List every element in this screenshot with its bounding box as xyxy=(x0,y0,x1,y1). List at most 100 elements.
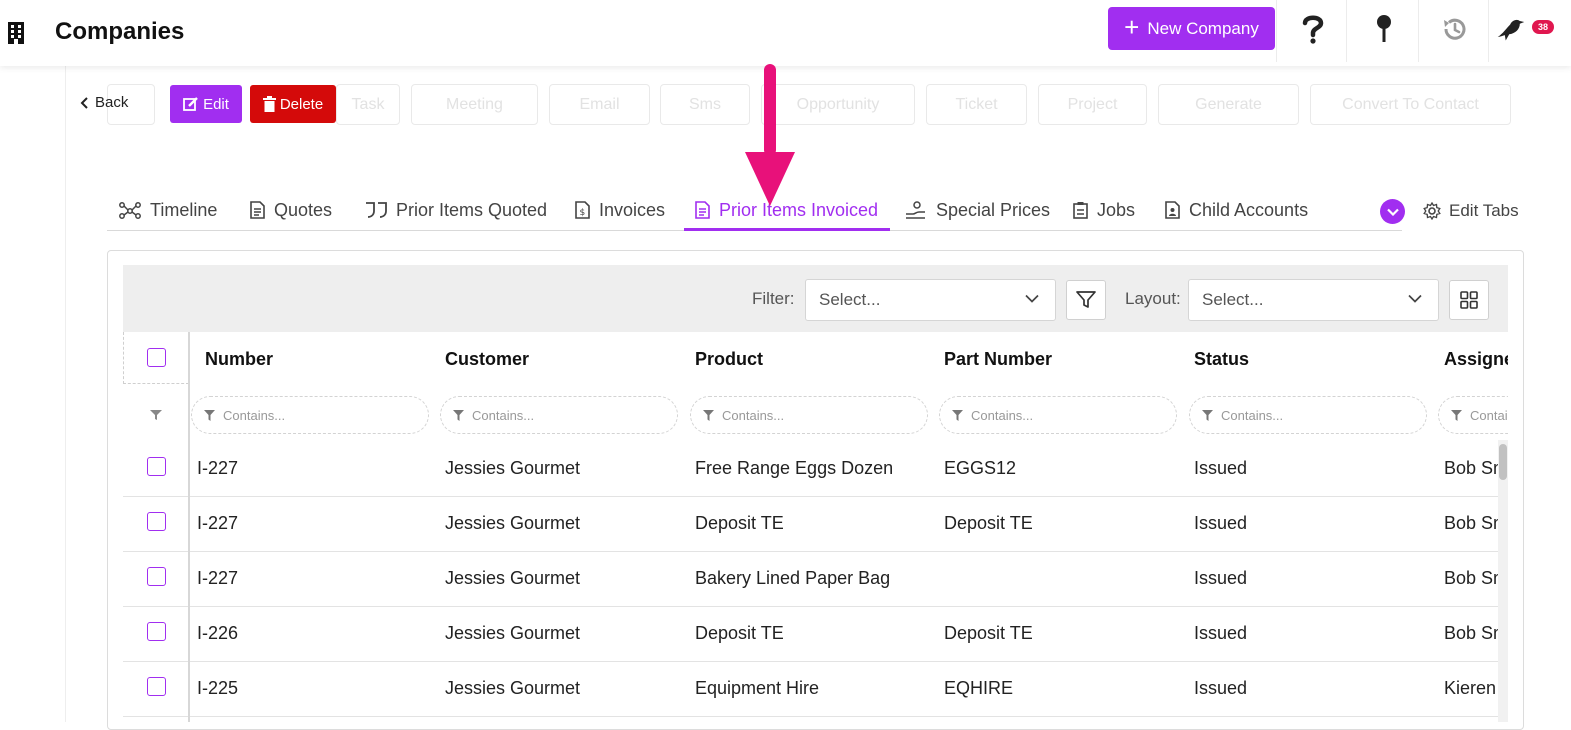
layout-label: Layout: xyxy=(1125,289,1181,308)
ghost-button-convert-to-contact: Convert To Contact xyxy=(1310,84,1511,125)
header-divider xyxy=(1276,0,1277,62)
tab-child-accounts[interactable]: Child Accounts xyxy=(1165,190,1308,230)
cell-status: Issued xyxy=(1194,458,1248,478)
annotation-arrow-icon xyxy=(745,64,795,206)
tabs-overflow-button[interactable] xyxy=(1380,199,1405,224)
edit-label: Edit xyxy=(203,95,229,113)
contact-card-icon xyxy=(1165,201,1180,219)
column-header-customer[interactable]: Customer xyxy=(445,349,529,370)
table-row[interactable]: I-227 Jessies Gourmet Deposit TE Deposit… xyxy=(123,497,1508,552)
cell-customer: Jessies Gourmet xyxy=(445,678,581,698)
select-all-checkbox[interactable] xyxy=(147,348,166,367)
building-icon xyxy=(8,22,24,44)
column-header-number[interactable]: Number xyxy=(205,349,273,370)
number-filter-input[interactable]: Contains... xyxy=(191,396,429,434)
funnel-icon xyxy=(453,409,464,421)
assigned-filter-input[interactable]: Contains... xyxy=(1438,396,1508,434)
hand-coins-icon xyxy=(906,201,925,219)
cell-customer: Jessies Gourmet xyxy=(445,568,581,588)
apply-filter-button[interactable] xyxy=(1066,280,1106,320)
funnel-icon xyxy=(1202,409,1213,421)
tab-special-prices[interactable]: Special Prices xyxy=(905,190,1050,230)
cell-status: Issued xyxy=(1194,513,1248,533)
tab-label: Child Accounts xyxy=(1189,199,1309,220)
tab-quotes[interactable]: Quotes xyxy=(250,190,332,230)
delete-label: Delete xyxy=(279,95,324,113)
tab-timeline[interactable]: Timeline xyxy=(119,190,217,230)
tab-label: Invoices xyxy=(599,199,666,220)
ghost-button-sms: Sms xyxy=(660,84,750,125)
tab-invoices[interactable]: $ Invoices xyxy=(575,190,665,230)
layout-select[interactable]: Select... xyxy=(1188,279,1439,321)
filter-select[interactable]: Select... xyxy=(805,279,1056,321)
tab-label: Jobs xyxy=(1097,199,1136,220)
table-row[interactable]: I-226 Jessies Gourmet Deposit TE Deposit… xyxy=(123,607,1508,662)
chevron-down-icon xyxy=(1408,294,1422,303)
cell-product: Free Range Eggs Dozen xyxy=(695,458,894,478)
history-icon[interactable] xyxy=(1440,12,1470,46)
chevron-down-icon xyxy=(1025,294,1039,303)
edit-tabs-label: Edit Tabs xyxy=(1449,201,1519,220)
back-button[interactable]: Back xyxy=(80,94,128,111)
cell-product: Equipment Hire xyxy=(695,678,820,698)
cell-status: Issued xyxy=(1194,623,1248,643)
cell-number: I-227 xyxy=(197,513,239,533)
document-icon xyxy=(695,201,710,219)
column-header-product[interactable]: Product xyxy=(695,349,763,370)
edit-button[interactable]: Edit xyxy=(170,85,242,123)
product-filter-input[interactable]: Contains... xyxy=(690,396,928,434)
cell-number: I-225 xyxy=(197,678,239,698)
cell-part-number: EGGS12 xyxy=(944,458,1017,478)
row-checkbox[interactable] xyxy=(147,677,166,696)
edit-tabs-button[interactable]: Edit Tabs xyxy=(1423,201,1519,221)
row-checkbox[interactable] xyxy=(147,567,166,586)
delete-button[interactable]: Delete xyxy=(250,85,336,123)
tab-label: Special Prices xyxy=(936,199,1051,220)
funnel-icon xyxy=(204,409,215,421)
table-row[interactable]: I-227 Jessies Gourmet Free Range Eggs Do… xyxy=(123,442,1508,497)
row-checkbox[interactable] xyxy=(147,512,166,531)
row-checkbox[interactable] xyxy=(147,457,166,476)
ghost-button-ticket: Ticket xyxy=(926,84,1027,125)
scrollbar-thumb[interactable] xyxy=(1499,444,1507,480)
left-sidebar xyxy=(0,66,66,722)
grid-layout-icon xyxy=(1460,291,1478,309)
bird-notifications-icon[interactable] xyxy=(1496,12,1526,46)
table-row[interactable]: I-225 Jessies Gourmet Equipment Hire EQH… xyxy=(123,662,1498,717)
trash-icon xyxy=(262,96,276,112)
ghost-button-email: Email xyxy=(549,84,650,125)
gear-icon xyxy=(1423,202,1441,220)
row-checkbox[interactable] xyxy=(147,622,166,641)
ghost-button-project: Project xyxy=(1038,84,1147,125)
tab-prior-items-quoted[interactable]: Prior Items Quoted xyxy=(365,190,547,230)
back-label: Back xyxy=(95,94,129,111)
status-filter-input[interactable]: Contains... xyxy=(1189,396,1427,434)
quote-marks-icon xyxy=(366,202,387,218)
tab-label: Prior Items Quoted xyxy=(396,199,548,220)
funnel-icon xyxy=(1451,409,1462,421)
column-chooser-button[interactable] xyxy=(1449,280,1489,320)
tab-jobs[interactable]: Jobs xyxy=(1073,190,1135,230)
map-pin-icon[interactable] xyxy=(1369,12,1399,46)
new-company-button[interactable]: + New Company xyxy=(1108,7,1275,50)
filter-label: Filter: xyxy=(752,289,795,308)
cell-customer: Jessies Gourmet xyxy=(445,513,581,533)
table-row[interactable]: I-227 Jessies Gourmet Bakery Lined Paper… xyxy=(123,552,1508,607)
invoice-icon: $ xyxy=(575,201,590,219)
new-company-label: New Company xyxy=(1147,18,1259,38)
svg-text:$: $ xyxy=(580,208,586,218)
column-header-status[interactable]: Status xyxy=(1194,349,1249,370)
cell-assigned: Kieren xyxy=(1444,678,1497,698)
vertical-scrollbar[interactable] xyxy=(1498,440,1508,722)
part-number-filter-input[interactable]: Contains... xyxy=(939,396,1177,434)
column-header-part-number[interactable]: Part Number xyxy=(944,349,1052,370)
clipboard-icon xyxy=(1073,202,1088,219)
column-header-assigned[interactable]: Assigned xyxy=(1444,349,1508,370)
customer-filter-input[interactable]: Contains... xyxy=(440,396,678,434)
cell-part-number: Deposit TE xyxy=(944,513,1033,533)
timeline-icon xyxy=(119,202,141,219)
help-icon[interactable] xyxy=(1298,12,1328,46)
top-header: Companies + New Company 38 xyxy=(0,0,1571,66)
document-icon xyxy=(250,201,265,219)
header-divider xyxy=(1346,0,1347,62)
